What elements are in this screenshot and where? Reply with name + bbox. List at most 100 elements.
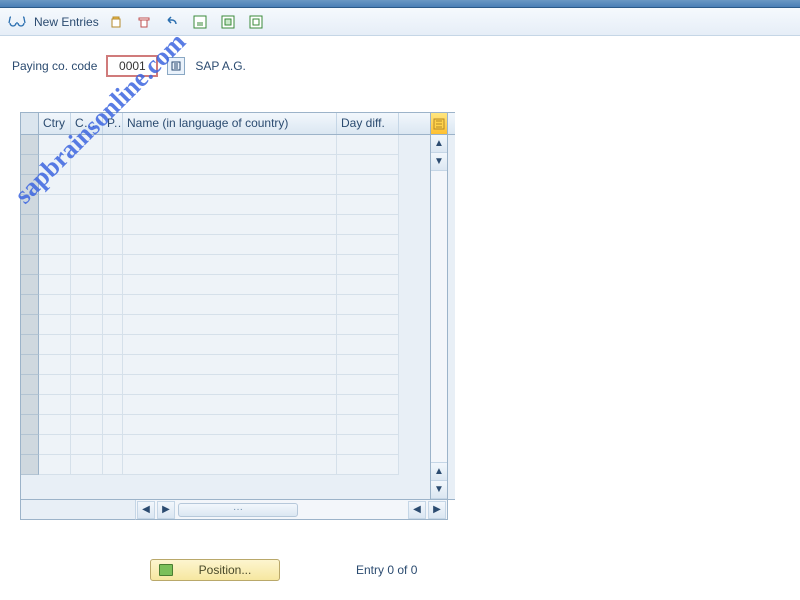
vertical-scroll-track[interactable] [431, 171, 447, 463]
row-selector[interactable] [21, 235, 39, 255]
glasses-display-icon[interactable] [6, 11, 28, 33]
table-cell[interactable] [123, 235, 337, 255]
table-cell[interactable] [103, 215, 123, 235]
table-cell[interactable] [71, 355, 103, 375]
table-cell[interactable] [39, 455, 71, 475]
new-entries-button[interactable]: New Entries [34, 15, 99, 29]
table-cell[interactable] [39, 215, 71, 235]
row-selector[interactable] [21, 195, 39, 215]
table-cell[interactable] [123, 195, 337, 215]
table-cell[interactable] [123, 335, 337, 355]
table-cell[interactable] [123, 455, 337, 475]
column-header-name[interactable]: Name (in language of country) [123, 113, 337, 134]
hscroll-step-right-button[interactable]: ▶ [157, 501, 175, 519]
table-cell[interactable] [103, 235, 123, 255]
table-cell[interactable] [337, 135, 399, 155]
table-cell[interactable] [123, 135, 337, 155]
table-cell[interactable] [123, 355, 337, 375]
row-selector[interactable] [21, 455, 39, 475]
scroll-page-down-button[interactable]: ▲ [431, 463, 447, 481]
table-cell[interactable] [71, 135, 103, 155]
table-cell[interactable] [39, 195, 71, 215]
row-selector[interactable] [21, 175, 39, 195]
table-cell[interactable] [123, 395, 337, 415]
configure-columns-button[interactable] [431, 113, 447, 135]
table-cell[interactable] [337, 155, 399, 175]
table-cell[interactable] [39, 435, 71, 455]
row-selector[interactable] [21, 215, 39, 235]
table-cell[interactable] [337, 375, 399, 395]
table-cell[interactable] [337, 235, 399, 255]
hscroll-thumb[interactable]: ··· [178, 503, 298, 517]
table-cell[interactable] [103, 175, 123, 195]
row-selector[interactable] [21, 375, 39, 395]
table-cell[interactable] [39, 355, 71, 375]
table-cell[interactable] [39, 255, 71, 275]
table-cell[interactable] [123, 155, 337, 175]
table-cell[interactable] [337, 295, 399, 315]
table-cell[interactable] [71, 335, 103, 355]
scroll-up-button[interactable]: ▲ [431, 135, 447, 153]
table-cell[interactable] [39, 155, 71, 175]
table-cell[interactable] [39, 295, 71, 315]
table-cell[interactable] [71, 175, 103, 195]
undo-icon[interactable] [161, 11, 183, 33]
hscroll-step-left-button[interactable]: ◀ [408, 501, 426, 519]
column-header-ctry[interactable]: Ctry [39, 113, 71, 134]
table-cell[interactable] [103, 435, 123, 455]
table-cell[interactable] [71, 435, 103, 455]
scroll-down-button[interactable]: ▼ [431, 481, 447, 499]
table-cell[interactable] [103, 335, 123, 355]
delete-icon[interactable] [133, 11, 155, 33]
table-cell[interactable] [71, 455, 103, 475]
save-icon[interactable] [189, 11, 211, 33]
table-cell[interactable] [123, 275, 337, 295]
deselect-all-icon[interactable] [245, 11, 267, 33]
table-cell[interactable] [71, 415, 103, 435]
table-cell[interactable] [123, 175, 337, 195]
table-cell[interactable] [103, 355, 123, 375]
paying-co-code-input[interactable] [107, 56, 157, 76]
table-cell[interactable] [123, 435, 337, 455]
table-cell[interactable] [39, 395, 71, 415]
table-cell[interactable] [71, 235, 103, 255]
table-cell[interactable] [103, 455, 123, 475]
table-cell[interactable] [39, 415, 71, 435]
select-all-icon[interactable] [217, 11, 239, 33]
table-cell[interactable] [337, 455, 399, 475]
table-cell[interactable] [39, 275, 71, 295]
row-selector[interactable] [21, 415, 39, 435]
table-cell[interactable] [71, 315, 103, 335]
table-cell[interactable] [103, 135, 123, 155]
table-cell[interactable] [71, 275, 103, 295]
table-cell[interactable] [337, 275, 399, 295]
table-cell[interactable] [103, 415, 123, 435]
column-header-p[interactable]: P.. [103, 113, 123, 134]
table-cell[interactable] [103, 255, 123, 275]
table-cell[interactable] [103, 195, 123, 215]
table-cell[interactable] [337, 335, 399, 355]
table-cell[interactable] [337, 435, 399, 455]
table-cell[interactable] [39, 315, 71, 335]
table-cell[interactable] [337, 215, 399, 235]
table-cell[interactable] [337, 355, 399, 375]
table-cell[interactable] [337, 395, 399, 415]
table-cell[interactable] [103, 315, 123, 335]
table-cell[interactable] [71, 155, 103, 175]
table-cell[interactable] [103, 295, 123, 315]
table-cell[interactable] [71, 395, 103, 415]
row-selector[interactable] [21, 435, 39, 455]
table-cell[interactable] [123, 295, 337, 315]
table-cell[interactable] [39, 175, 71, 195]
table-cell[interactable] [103, 375, 123, 395]
row-selector[interactable] [21, 255, 39, 275]
table-cell[interactable] [71, 375, 103, 395]
table-cell[interactable] [123, 375, 337, 395]
hscroll-right-button[interactable]: ▶ [428, 501, 446, 519]
table-cell[interactable] [103, 395, 123, 415]
table-cell[interactable] [39, 335, 71, 355]
table-cell[interactable] [123, 255, 337, 275]
table-cell[interactable] [71, 215, 103, 235]
table-cell[interactable] [103, 275, 123, 295]
position-button[interactable]: Position... [150, 559, 280, 581]
